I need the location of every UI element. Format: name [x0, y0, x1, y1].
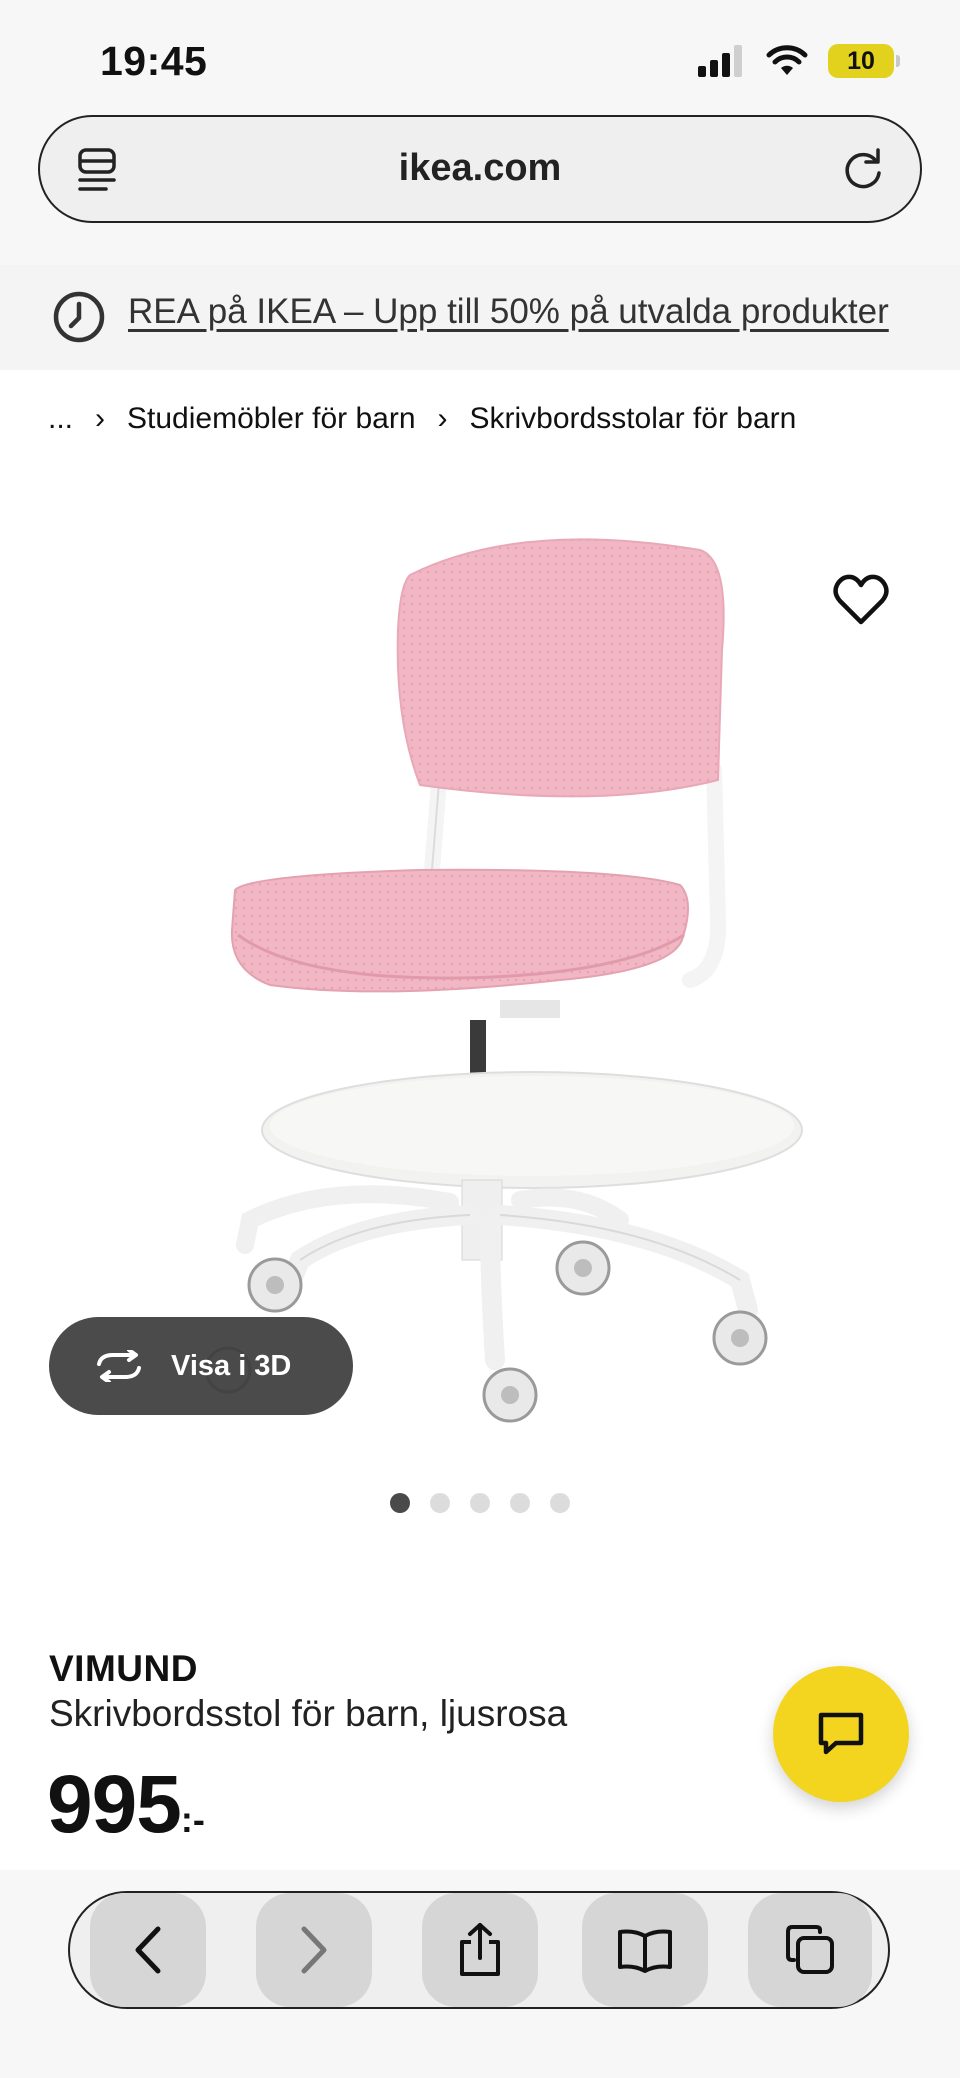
- forward-button[interactable]: [256, 1893, 372, 2007]
- status-bar: 19:45 10: [0, 0, 960, 115]
- carousel-dot[interactable]: [390, 1493, 410, 1513]
- price-amount: 995: [47, 1759, 182, 1850]
- back-icon: [135, 1926, 161, 1974]
- tabs-icon: [786, 1925, 834, 1974]
- chat-icon: [818, 1712, 864, 1755]
- breadcrumb-separator: ›: [437, 402, 448, 435]
- carousel-dot[interactable]: [430, 1493, 450, 1513]
- breadcrumb-ellipsis[interactable]: ...: [48, 402, 73, 436]
- promo-link[interactable]: REA på IKEA – Upp till 50% på utvalda pr…: [128, 292, 889, 332]
- view-3d-label: Visa i 3D: [171, 1349, 292, 1382]
- product-price: 995:-: [47, 1758, 205, 1852]
- heart-icon[interactable]: [832, 572, 890, 630]
- breadcrumb-separator: ›: [95, 402, 106, 435]
- breadcrumb-item-studiemobler[interactable]: Studiemöbler för barn: [127, 402, 416, 436]
- carousel-dot[interactable]: [550, 1493, 570, 1513]
- status-icons: 10: [698, 44, 900, 78]
- carousel-dot[interactable]: [510, 1493, 530, 1513]
- product-name: VIMUND: [49, 1648, 198, 1689]
- browser-address-area: ikea.com: [0, 115, 960, 265]
- wifi-icon: [766, 45, 808, 75]
- tabs-button[interactable]: [748, 1893, 872, 2007]
- bookmarks-icon: [618, 1929, 672, 1973]
- product-description: Skrivbordsstol för barn, ljusrosa: [49, 1693, 568, 1734]
- promo-banner: REA på IKEA – Upp till 50% på utvalda pr…: [0, 265, 960, 370]
- clock-icon: [53, 291, 105, 343]
- view-3d-button[interactable]: Visa i 3D: [49, 1317, 353, 1415]
- cellular-signal-icon: [698, 45, 742, 77]
- share-icon: [460, 1923, 500, 1976]
- browser-toolbar: [68, 1891, 890, 2009]
- price-suffix: :-: [180, 1799, 205, 1840]
- share-button[interactable]: [422, 1893, 538, 2007]
- url-text[interactable]: ikea.com: [40, 147, 920, 190]
- image-carousel-dots: [390, 1493, 570, 1513]
- reload-icon[interactable]: [840, 147, 886, 193]
- forward-icon: [301, 1926, 327, 1974]
- breadcrumb-item-skrivbordsstolar[interactable]: Skrivbordsstolar för barn: [470, 402, 797, 436]
- address-bar[interactable]: ikea.com: [38, 115, 922, 223]
- battery-level: 10: [847, 46, 875, 75]
- battery-icon: 10: [828, 44, 900, 78]
- back-button[interactable]: [90, 1893, 206, 2007]
- chat-button[interactable]: [773, 1666, 909, 1802]
- bookmarks-button[interactable]: [582, 1893, 708, 2007]
- rotate-3d-icon: [97, 1350, 141, 1382]
- breadcrumb: ... › Studiemöbler för barn › Skrivbords…: [48, 402, 796, 436]
- status-time: 19:45: [100, 38, 208, 84]
- carousel-dot[interactable]: [470, 1493, 490, 1513]
